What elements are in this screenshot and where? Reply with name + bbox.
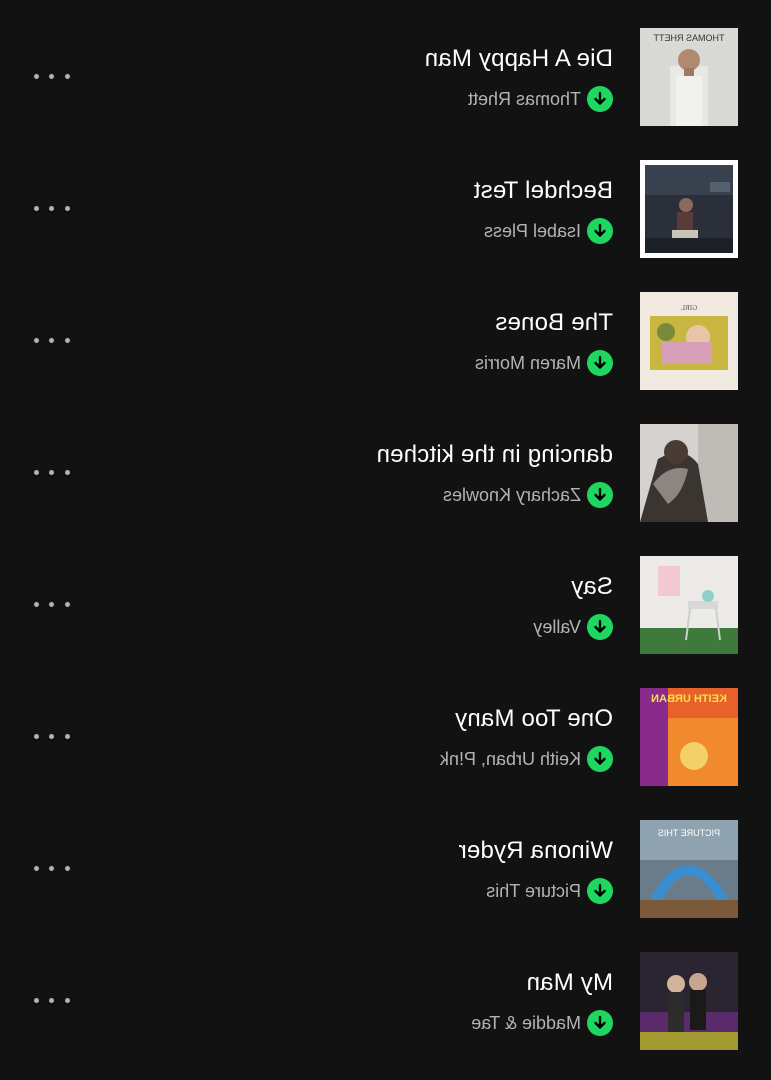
album-cover: GIRL bbox=[640, 292, 738, 390]
track-artist: Keith Urban, P!nk bbox=[439, 748, 581, 769]
track-row[interactable]: PICTURE THIS Winona Ryder Picture This bbox=[0, 803, 771, 935]
album-cover bbox=[640, 556, 738, 654]
track-artist: Maddie & Tae bbox=[471, 1012, 581, 1033]
track-row[interactable]: dancing in the kitchen Zachary Knowles bbox=[0, 407, 771, 539]
downloaded-icon bbox=[587, 878, 613, 904]
album-cover: PICTURE THIS bbox=[640, 820, 738, 918]
track-title: Die A Happy Man bbox=[424, 45, 613, 72]
album-cover bbox=[640, 160, 738, 258]
album-cover bbox=[640, 952, 738, 1050]
track-artist: Thomas Rhett bbox=[467, 88, 581, 109]
track-title: Say bbox=[571, 573, 613, 600]
track-row[interactable]: Say Valley bbox=[0, 539, 771, 671]
track-title: The Bones bbox=[495, 309, 613, 336]
album-cover: KEITH URBAN bbox=[640, 688, 738, 786]
track-row[interactable]: My Man Maddie & Tae bbox=[0, 935, 771, 1067]
downloaded-icon bbox=[587, 218, 613, 244]
track-row[interactable]: Bechdel Test Isabel Pless bbox=[0, 143, 771, 275]
downloaded-icon bbox=[587, 350, 613, 376]
downloaded-icon bbox=[587, 1010, 613, 1036]
track-meta: Maddie & Tae bbox=[471, 1009, 613, 1037]
cover-lettering: KEITH URBAN bbox=[651, 693, 727, 705]
downloaded-icon bbox=[587, 614, 613, 640]
track-title: dancing in the kitchen bbox=[376, 441, 613, 468]
track-title: Winona Ryder bbox=[458, 837, 613, 864]
more-options-button[interactable] bbox=[34, 330, 70, 350]
track-title: My Man bbox=[526, 969, 613, 996]
more-options-button[interactable] bbox=[34, 462, 70, 482]
more-options-button[interactable] bbox=[34, 198, 70, 218]
downloaded-icon bbox=[587, 482, 613, 508]
cover-lettering: PICTURE THIS bbox=[658, 828, 720, 838]
track-meta: Maren Morris bbox=[475, 349, 613, 377]
downloaded-icon bbox=[587, 746, 613, 772]
track-row[interactable]: THOMAS RHETT Die A Happy Man Thomas Rhet… bbox=[0, 11, 771, 143]
track-artist: Maren Morris bbox=[474, 352, 581, 373]
downloaded-icon bbox=[587, 86, 613, 112]
track-meta: Thomas Rhett bbox=[468, 85, 613, 113]
track-artist: Picture This bbox=[486, 880, 581, 901]
more-options-button[interactable] bbox=[34, 594, 70, 614]
track-artist: Valley bbox=[533, 616, 581, 637]
track-meta: Zachary Knowles bbox=[443, 481, 613, 509]
album-cover bbox=[640, 424, 738, 522]
cover-lettering: THOMAS RHETT bbox=[653, 33, 725, 43]
track-meta: Keith Urban, P!nk bbox=[440, 745, 613, 773]
track-artist: Zachary Knowles bbox=[442, 484, 581, 505]
album-cover: THOMAS RHETT bbox=[640, 28, 738, 126]
track-meta: Isabel Pless bbox=[484, 217, 613, 245]
more-options-button[interactable] bbox=[34, 990, 70, 1010]
track-meta: Valley bbox=[533, 613, 613, 641]
track-row[interactable]: KEITH URBAN One Too Many Keith Urban, P!… bbox=[0, 671, 771, 803]
track-title: One Too Many bbox=[454, 705, 613, 732]
track-title: Bechdel Test bbox=[473, 177, 613, 204]
more-options-button[interactable] bbox=[34, 66, 70, 86]
more-options-button[interactable] bbox=[34, 858, 70, 878]
track-artist: Isabel Pless bbox=[483, 220, 581, 241]
screen: THOMAS RHETT Die A Happy Man Thomas Rhet… bbox=[0, 0, 771, 1080]
more-options-button[interactable] bbox=[34, 726, 70, 746]
track-row[interactable]: GIRL The Bones Maren Morris bbox=[0, 275, 771, 407]
mirrored-view: THOMAS RHETT Die A Happy Man Thomas Rhet… bbox=[0, 0, 771, 1080]
track-meta: Picture This bbox=[486, 877, 613, 905]
cover-lettering: GIRL bbox=[681, 304, 697, 312]
